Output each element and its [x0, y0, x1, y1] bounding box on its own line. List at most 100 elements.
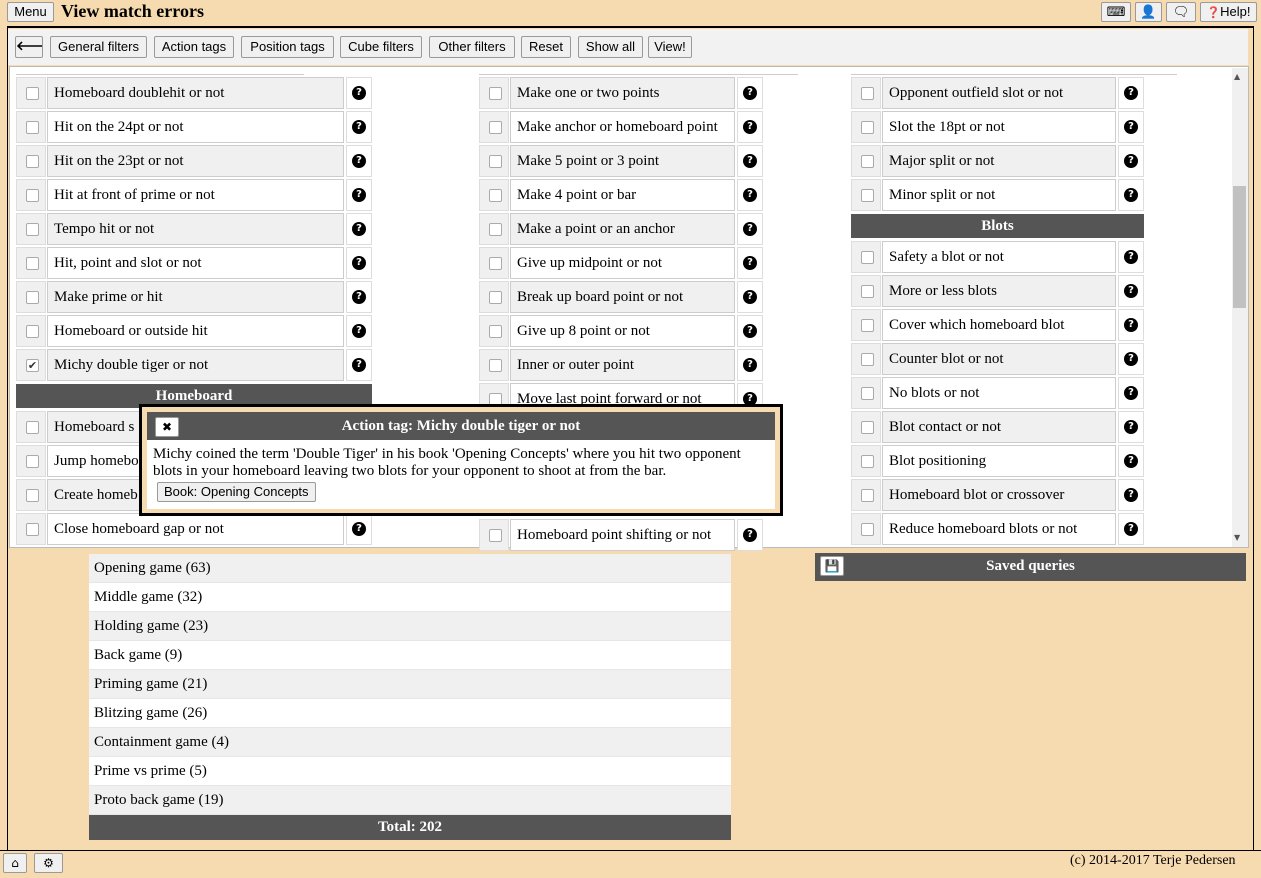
col3-row-checkbox-cell[interactable] [851, 241, 881, 273]
cube-filters-button[interactable]: Cube filters [340, 36, 422, 58]
col3-row-help[interactable]: ? [1118, 145, 1144, 177]
col1-row-checkbox-cell[interactable] [16, 213, 46, 245]
close-icon[interactable]: ✖ [155, 417, 179, 437]
checkbox[interactable] [26, 489, 39, 502]
col3-row-label[interactable]: Counter blot or not [882, 343, 1116, 375]
col2-row-checkbox-cell[interactable] [479, 519, 509, 551]
col2-row-checkbox-cell[interactable] [479, 349, 509, 381]
question-circle-icon[interactable]: ? [743, 256, 757, 270]
col1-row-help[interactable]: ? [346, 513, 372, 545]
col1-row-help[interactable]: ? [346, 179, 372, 211]
checkbox[interactable] [861, 155, 874, 168]
col2-row-label[interactable]: Make 5 point or 3 point [510, 145, 735, 177]
question-circle-icon[interactable]: ? [352, 358, 366, 372]
game-type-row[interactable]: Priming game (21) [89, 670, 731, 699]
col3-row-help[interactable]: ? [1118, 513, 1144, 545]
book-link-button[interactable]: Book: Opening Concepts [157, 482, 316, 502]
col3-row-checkbox-cell[interactable] [851, 377, 881, 409]
checkbox[interactable] [26, 223, 39, 236]
game-type-row[interactable]: Prime vs prime (5) [89, 757, 731, 786]
checkbox[interactable] [489, 189, 502, 202]
checkbox[interactable] [489, 529, 502, 542]
back-arrow-icon[interactable]: 🡐 [15, 36, 43, 58]
col1-row-checkbox-cell[interactable] [16, 179, 46, 211]
question-circle-icon[interactable]: ? [1124, 284, 1138, 298]
col3-row-help[interactable]: ? [1118, 275, 1144, 307]
checkbox[interactable] [489, 359, 502, 372]
col2-row-checkbox-cell[interactable] [479, 145, 509, 177]
question-circle-icon[interactable]: ? [1124, 86, 1138, 100]
col3-row-label[interactable]: Minor split or not [882, 179, 1116, 211]
col2-row-checkbox-cell[interactable] [479, 179, 509, 211]
col2-row-help[interactable]: ? [737, 519, 763, 551]
col1-row-label[interactable]: Tempo hit or not [47, 213, 344, 245]
help-button[interactable]: ❓Help! [1200, 2, 1257, 22]
checkbox[interactable] [26, 189, 39, 202]
col3-row-label[interactable]: Blot positioning [882, 445, 1116, 477]
checkbox[interactable] [861, 387, 874, 400]
checkbox[interactable] [26, 421, 39, 434]
question-circle-icon[interactable]: ? [743, 290, 757, 304]
col2-row-help[interactable]: ? [737, 247, 763, 279]
checkbox[interactable] [26, 121, 39, 134]
checkbox[interactable] [26, 325, 39, 338]
action-tags-button[interactable]: Action tags [154, 36, 234, 58]
col2-row-checkbox-cell[interactable] [479, 315, 509, 347]
question-circle-icon[interactable]: ? [1124, 250, 1138, 264]
col2-row-label[interactable]: Make one or two points [510, 77, 735, 109]
checkbox[interactable] [861, 251, 874, 264]
question-circle-icon[interactable]: ? [1124, 154, 1138, 168]
col1-row-help[interactable]: ? [346, 213, 372, 245]
question-circle-icon[interactable]: ? [1124, 420, 1138, 434]
col1-row-help[interactable]: ? [346, 145, 372, 177]
other-filters-button[interactable]: Other filters [429, 36, 515, 58]
keyboard-icon[interactable]: ⌨ [1101, 2, 1131, 22]
question-circle-icon[interactable]: ? [743, 222, 757, 236]
question-circle-icon[interactable]: ? [1124, 352, 1138, 366]
checkbox[interactable] [861, 353, 874, 366]
question-circle-icon[interactable]: ? [352, 188, 366, 202]
question-circle-icon[interactable]: ? [352, 324, 366, 338]
col3-row-checkbox-cell[interactable] [851, 411, 881, 443]
col2-row-label[interactable]: Inner or outer point [510, 349, 735, 381]
question-circle-icon[interactable]: ? [743, 358, 757, 372]
reset-button[interactable]: Reset [521, 36, 571, 58]
col3-row-checkbox-cell[interactable] [851, 145, 881, 177]
col1-row-help[interactable]: ? [346, 281, 372, 313]
col1-row-label[interactable]: Homeboard or outside hit [47, 315, 344, 347]
col3-row-label[interactable]: Homeboard blot or crossover [882, 479, 1116, 511]
col2-row-help[interactable]: ? [737, 111, 763, 143]
col1-row-help[interactable]: ? [346, 349, 372, 381]
col3-row-label[interactable]: Reduce homeboard blots or not [882, 513, 1116, 545]
col1-row-label[interactable]: Homeboard doublehit or not [47, 77, 344, 109]
question-circle-icon[interactable]: ? [743, 154, 757, 168]
col1-row-label[interactable]: Close homeboard gap or not [47, 513, 344, 545]
col3-row-checkbox-cell[interactable] [851, 77, 881, 109]
game-type-row[interactable]: Containment game (4) [89, 728, 731, 757]
col2-row-checkbox-cell[interactable] [479, 111, 509, 143]
col3-row-help[interactable]: ? [1118, 343, 1144, 375]
col1-row-checkbox-cell[interactable] [16, 247, 46, 279]
checkbox[interactable] [489, 257, 502, 270]
question-circle-icon[interactable]: ? [743, 528, 757, 542]
game-type-row[interactable]: Middle game (32) [89, 583, 731, 612]
col1-row-help[interactable]: ? [346, 315, 372, 347]
col3-row-checkbox-cell[interactable] [851, 309, 881, 341]
col2-row-label[interactable]: Homeboard point shifting or not [510, 519, 735, 551]
question-circle-icon[interactable]: ? [352, 290, 366, 304]
game-type-row[interactable]: Proto back game (19) [89, 786, 731, 815]
col1-row-label[interactable]: Hit on the 23pt or not [47, 145, 344, 177]
question-circle-icon[interactable]: ? [1124, 120, 1138, 134]
checkbox[interactable] [489, 87, 502, 100]
col2-row-label[interactable]: Make 4 point or bar [510, 179, 735, 211]
col1-row-checkbox-cell[interactable] [16, 77, 46, 109]
checkbox[interactable]: ✔ [26, 359, 39, 372]
home-icon[interactable]: ⌂ [3, 853, 27, 873]
checkbox[interactable] [26, 455, 39, 468]
menu-button[interactable]: Menu [7, 2, 54, 22]
checkbox[interactable] [26, 257, 39, 270]
col2-row-label[interactable]: Give up 8 point or not [510, 315, 735, 347]
col1-row-checkbox-cell[interactable] [16, 513, 46, 545]
col2-row-checkbox-cell[interactable] [479, 281, 509, 313]
user-icon[interactable]: 👤 [1135, 2, 1162, 22]
